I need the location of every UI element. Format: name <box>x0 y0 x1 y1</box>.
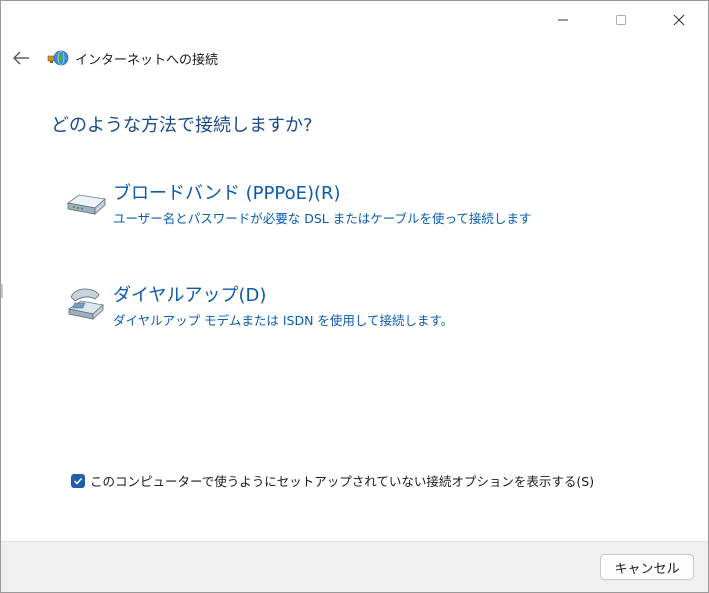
connect-to-internet-window: インターネットへの接続 どのような方法で接続しますか? ブロードバンド (PPP… <box>0 0 709 593</box>
modem-icon <box>67 194 106 215</box>
checkmark-icon <box>73 477 83 485</box>
broadband-option-description: ユーザー名とパスワードが必要な DSL またはケーブルを使って接続します <box>113 211 532 226</box>
page-heading: どのような方法で接続しますか? <box>51 115 313 136</box>
dialup-option-description: ダイヤルアップ モデムまたは ISDN を使用して接続します。 <box>113 313 454 328</box>
show-unconfigured-options-checkbox[interactable] <box>71 473 85 488</box>
dialup-option[interactable]: ダイヤルアップ(D) ダイヤルアップ モデムまたは ISDN を使用して接続しま… <box>65 279 625 335</box>
telephone-modem-icon <box>67 288 104 320</box>
maximize-button[interactable] <box>592 1 650 39</box>
minimize-icon <box>558 19 568 21</box>
dialup-option-title: ダイヤルアップ(D) <box>113 285 267 306</box>
close-icon <box>673 14 685 26</box>
window-caption-buttons <box>534 1 708 39</box>
window-title: インターネットへの接続 <box>75 53 219 68</box>
window-edge-marker <box>1 284 3 298</box>
dialog-footer: キャンセル <box>1 541 708 592</box>
back-button[interactable] <box>9 46 33 70</box>
back-arrow-icon <box>13 51 29 65</box>
show-unconfigured-options-row[interactable]: このコンピューターで使うようにセットアップされていない接続オプションを表示する(… <box>71 471 594 490</box>
show-unconfigured-options-label: このコンピューターで使うようにセットアップされていない接続オプションを表示する(… <box>90 474 595 489</box>
close-button[interactable] <box>650 1 708 39</box>
cancel-button[interactable]: キャンセル <box>600 554 694 580</box>
network-globe-icon <box>47 50 69 66</box>
broadband-option[interactable]: ブロードバンド (PPPoE)(R) ユーザー名とパスワードが必要な DSL ま… <box>65 177 625 233</box>
maximize-icon <box>616 15 626 25</box>
broadband-option-title: ブロードバンド (PPPoE)(R) <box>113 183 341 204</box>
minimize-button[interactable] <box>534 1 592 39</box>
